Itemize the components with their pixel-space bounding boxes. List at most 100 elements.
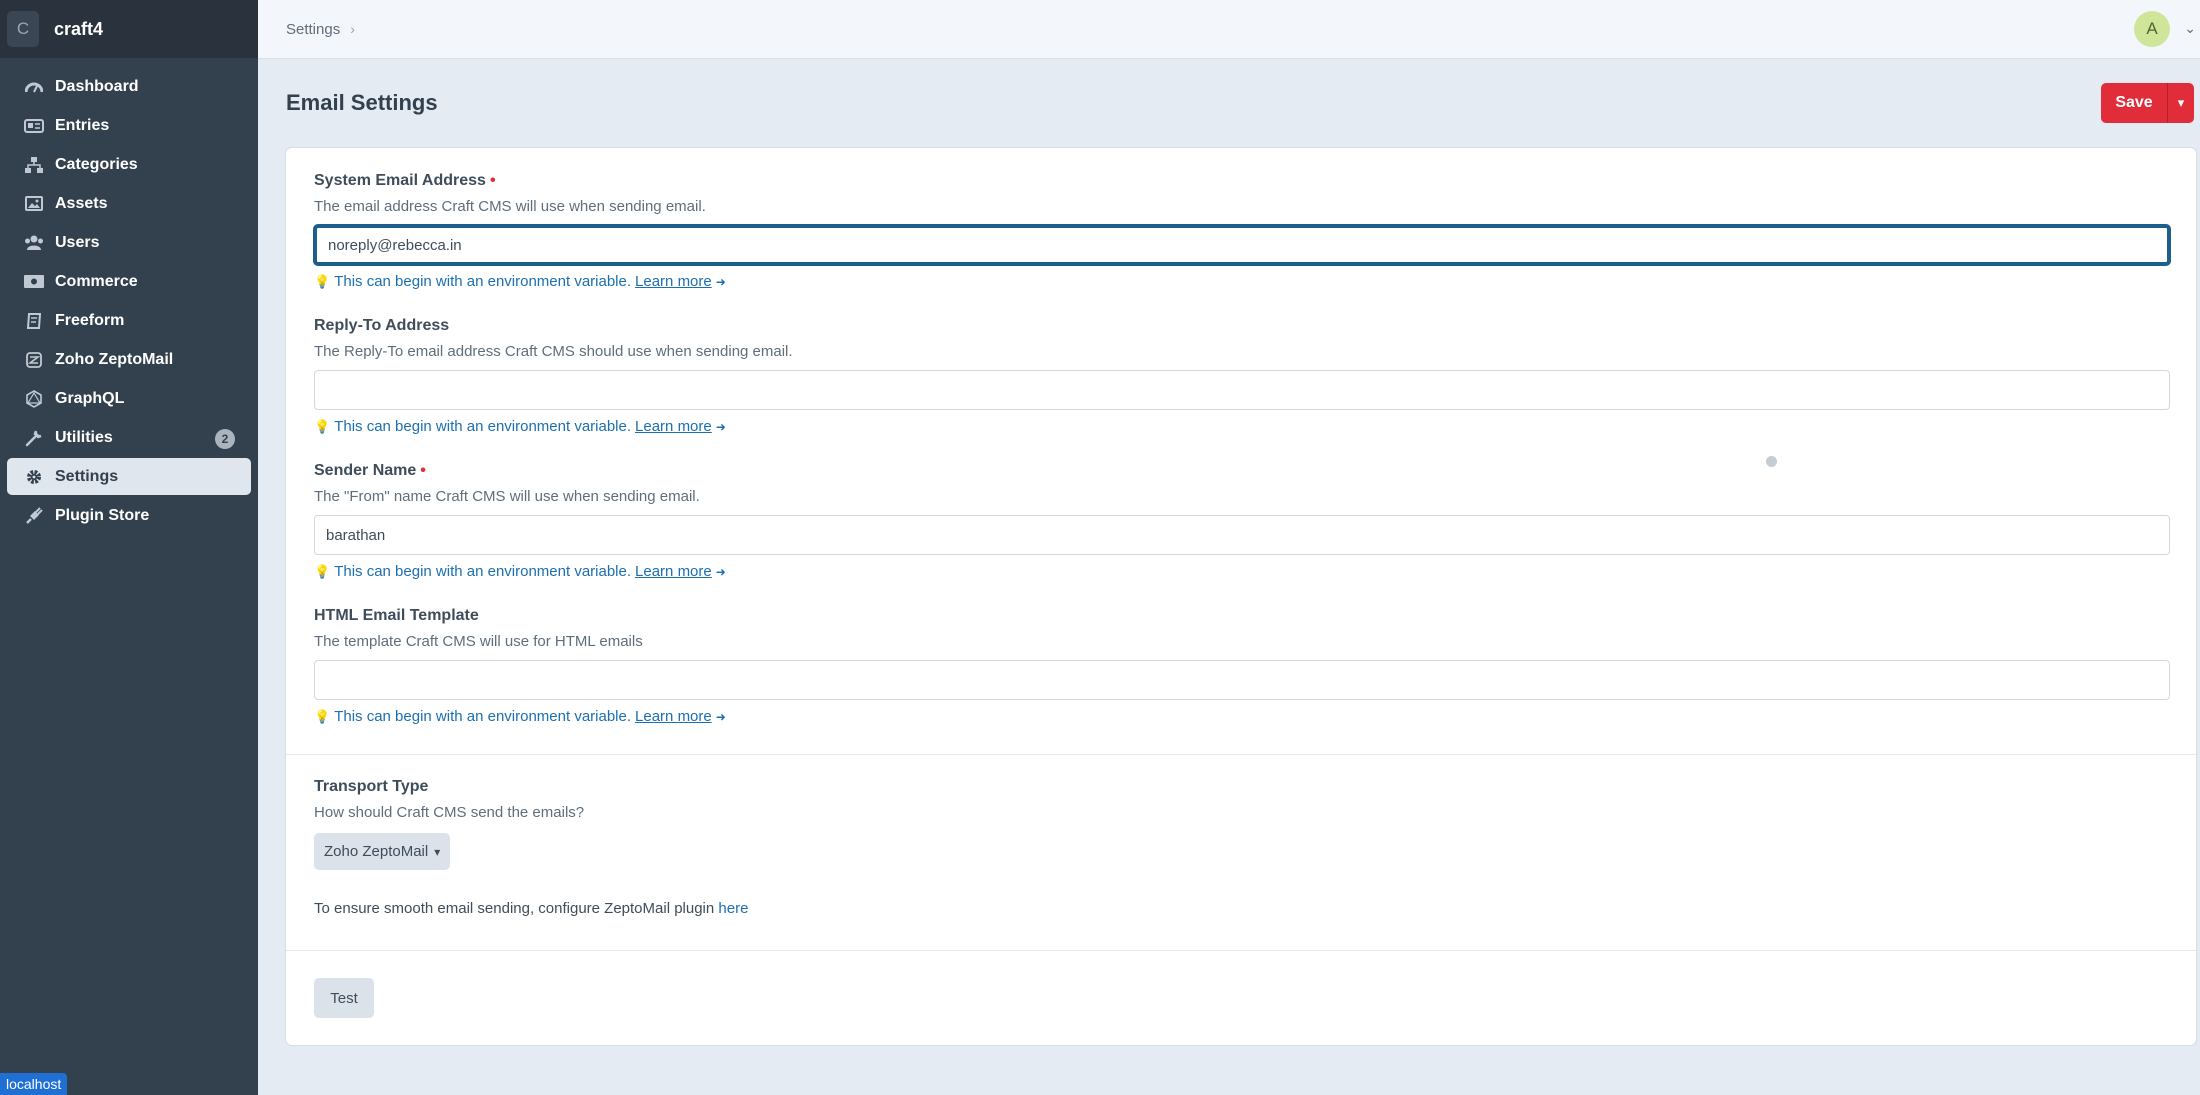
sender-name-input[interactable]	[314, 515, 2170, 555]
html-template-field: HTML Email Template The template Craft C…	[314, 607, 2170, 725]
field-instructions: How should Craft CMS send the emails?	[314, 804, 585, 821]
sidebar-item-label: Plugin Store	[55, 506, 150, 524]
save-button-group: Save ▾	[2101, 83, 2194, 123]
divider	[286, 950, 2196, 951]
save-menu-button[interactable]: ▾	[2167, 83, 2194, 123]
field-label: HTML Email Template	[314, 607, 479, 624]
sidebar-item-categories[interactable]: Categories	[7, 146, 251, 183]
gauge-icon	[23, 76, 45, 98]
sidebar: C craft4 Dashboard Entries Categories As…	[0, 0, 258, 1095]
lightbulb-icon: 💡	[314, 418, 331, 434]
tip-text: This can begin with an environment varia…	[334, 708, 632, 725]
chevron-right-icon: ›	[350, 21, 355, 37]
env-tip: 💡 This can begin with an environment var…	[314, 418, 2170, 435]
arrow-circle-icon: ➜	[715, 709, 726, 724]
transport-type-select[interactable]: Zoho ZeptoMail ▾	[314, 833, 451, 870]
sitemap-icon	[23, 154, 45, 176]
chevron-down-icon: ▾	[2177, 95, 2185, 110]
main-nav: Dashboard Entries Categories Assets User…	[0, 68, 258, 534]
transport-type-field: Transport Type How should Craft CMS send…	[314, 778, 2170, 870]
save-button[interactable]: Save	[2101, 83, 2167, 123]
sidebar-item-label: Categories	[55, 155, 138, 173]
test-button[interactable]: Test	[314, 978, 374, 1018]
arrow-circle-icon: ➜	[715, 419, 726, 434]
required-indicator: •	[420, 462, 426, 479]
gear-icon	[23, 466, 45, 488]
env-tip: 💡 This can begin with an environment var…	[314, 708, 2170, 725]
learn-more-link[interactable]: Learn more	[635, 418, 712, 435]
sidebar-item-entries[interactable]: Entries	[7, 107, 251, 144]
graphql-icon	[23, 388, 45, 410]
sidebar-item-commerce[interactable]: Commerce	[7, 263, 251, 300]
page-title: Email Settings	[286, 90, 438, 115]
zeptomail-note: To ensure smooth email sending, configur…	[314, 900, 2170, 917]
configure-here-link[interactable]: here	[718, 900, 748, 917]
sidebar-item-dashboard[interactable]: Dashboard	[7, 68, 251, 105]
utilities-badge: 2	[215, 429, 235, 449]
sidebar-item-label: Users	[55, 233, 100, 251]
newspaper-icon	[23, 115, 45, 137]
sender-name-field: Sender Name • The "From" name Craft CMS w…	[314, 462, 2170, 580]
sidebar-item-label: Utilities	[55, 428, 113, 446]
sidebar-item-label: Freeform	[55, 311, 125, 329]
lightbulb-icon: 💡	[314, 708, 331, 724]
topbar: Settings › A ⌄	[258, 0, 2200, 59]
sidebar-item-label: Entries	[55, 116, 110, 134]
chevron-down-icon: ▾	[434, 844, 441, 859]
sidebar-item-assets[interactable]: Assets	[7, 185, 251, 222]
content-pane: System Email Address • The email address …	[286, 148, 2196, 1045]
field-instructions: The Reply-To email address Craft CMS sho…	[314, 343, 793, 360]
learn-more-link[interactable]: Learn more	[635, 273, 712, 290]
reply-to-field: Reply-To Address The Reply-To email addr…	[314, 317, 2170, 435]
site-name[interactable]: craft4	[54, 19, 103, 40]
arrow-circle-icon: ➜	[715, 274, 726, 289]
site-logo[interactable]: C	[7, 11, 39, 47]
field-instructions: The email address Craft CMS will use whe…	[314, 198, 706, 215]
learn-more-link[interactable]: Learn more	[635, 563, 712, 580]
field-instructions: The template Craft CMS will use for HTML…	[314, 633, 643, 650]
sidebar-item-plugin-store[interactable]: Plugin Store	[7, 497, 251, 534]
arrow-circle-icon: ➜	[715, 564, 726, 579]
mouse-cursor	[1766, 456, 1777, 467]
reply-to-input[interactable]	[314, 370, 2170, 410]
sidebar-item-label: Assets	[55, 194, 108, 212]
sidebar-item-graphql[interactable]: GraphQL	[7, 380, 251, 417]
sidebar-item-label: Dashboard	[55, 77, 139, 95]
tip-text: This can begin with an environment varia…	[334, 563, 632, 580]
avatar[interactable]: A	[2134, 11, 2170, 47]
lightbulb-icon: 💡	[314, 273, 331, 289]
learn-more-link[interactable]: Learn more	[635, 708, 712, 725]
divider	[286, 754, 2196, 755]
tip-text: This can begin with an environment varia…	[334, 418, 632, 435]
sidebar-item-freeform[interactable]: Freeform	[7, 302, 251, 339]
sidebar-item-label: GraphQL	[55, 389, 125, 407]
tip-text: This can begin with an environment varia…	[334, 273, 632, 290]
field-instructions: The "From" name Craft CMS will use when …	[314, 488, 700, 505]
select-value: Zoho ZeptoMail	[324, 843, 429, 860]
zeptomail-icon	[23, 349, 45, 371]
environment-badge: localhost	[0, 1073, 68, 1095]
sidebar-item-users[interactable]: Users	[7, 224, 251, 261]
freeform-icon	[23, 310, 45, 332]
system-email-field: System Email Address • The email address …	[314, 172, 2170, 290]
system-email-input[interactable]	[314, 225, 2170, 265]
field-label: Reply-To Address	[314, 317, 450, 334]
field-label: System Email Address	[314, 172, 486, 189]
required-indicator: •	[489, 172, 496, 189]
breadcrumb[interactable]: Settings	[286, 21, 340, 38]
sidebar-item-settings[interactable]: Settings	[7, 458, 251, 495]
sidebar-item-label: Settings	[55, 467, 119, 485]
field-label: Transport Type	[314, 778, 429, 795]
site-header: C craft4	[0, 0, 258, 58]
sidebar-item-zoho-zeptomail[interactable]: Zoho ZeptoMail	[7, 341, 251, 378]
wrench-icon	[23, 427, 45, 449]
plug-icon	[23, 505, 45, 527]
money-icon	[23, 271, 45, 293]
sidebar-item-utilities[interactable]: Utilities 2	[7, 419, 251, 456]
html-template-input[interactable]	[314, 660, 2170, 700]
chevron-down-icon[interactable]: ⌄	[2184, 20, 2196, 37]
field-label: Sender Name	[314, 462, 417, 479]
image-icon	[23, 193, 45, 215]
sidebar-item-label: Commerce	[55, 272, 138, 290]
note-text: To ensure smooth email sending, configur…	[314, 900, 715, 917]
